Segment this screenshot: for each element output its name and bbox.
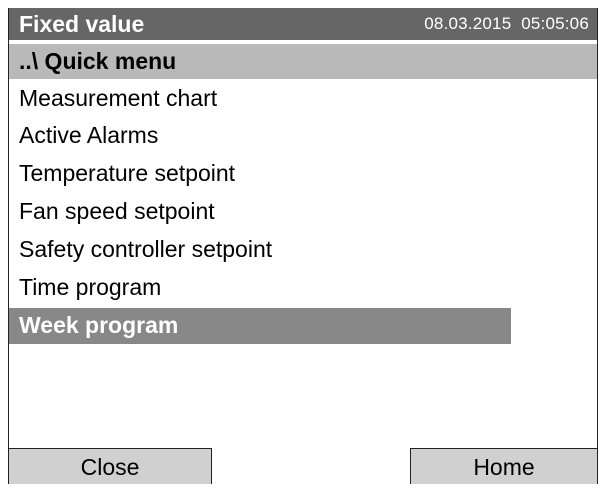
controller-screen: Fixed value 08.03.2015 05:05:06 ..\ Quic… [0, 0, 606, 492]
menu-item-fan-speed-setpoint[interactable]: Fan speed setpoint [9, 194, 597, 230]
breadcrumb[interactable]: ..\ Quick menu [9, 44, 597, 79]
menu-item-label: Time program [19, 274, 162, 300]
home-button[interactable]: Home [410, 448, 598, 484]
menu-item-label: Active Alarms [19, 122, 159, 148]
menu-item-safety-controller-setpoint[interactable]: Safety controller setpoint [9, 232, 597, 268]
menu-item-label: Measurement chart [19, 85, 218, 111]
date-display: 08.03.2015 [424, 14, 512, 33]
time-display: 05:05:06 [521, 14, 589, 33]
menu-item-label: Fan speed setpoint [19, 198, 215, 224]
close-button[interactable]: Close [8, 448, 212, 484]
screen-frame: Fixed value 08.03.2015 05:05:06 ..\ Quic… [8, 8, 598, 484]
menu-item-week-program[interactable]: Week program [9, 308, 511, 344]
menu-item-label: Temperature setpoint [19, 160, 236, 186]
menu-item-label: Week program [19, 312, 179, 338]
menu-item-measurement-chart[interactable]: Measurement chart [9, 81, 597, 117]
title-bar: Fixed value 08.03.2015 05:05:06 [9, 8, 597, 40]
datetime-display: 08.03.2015 05:05:06 [424, 13, 589, 35]
breadcrumb-label: ..\ Quick menu [19, 48, 177, 74]
menu-item-time-program[interactable]: Time program [9, 270, 597, 306]
screen-title: Fixed value [19, 11, 145, 37]
menu-item-label: Safety controller setpoint [19, 236, 273, 262]
menu-item-active-alarms[interactable]: Active Alarms [9, 118, 597, 154]
menu-item-temperature-setpoint[interactable]: Temperature setpoint [9, 156, 597, 192]
